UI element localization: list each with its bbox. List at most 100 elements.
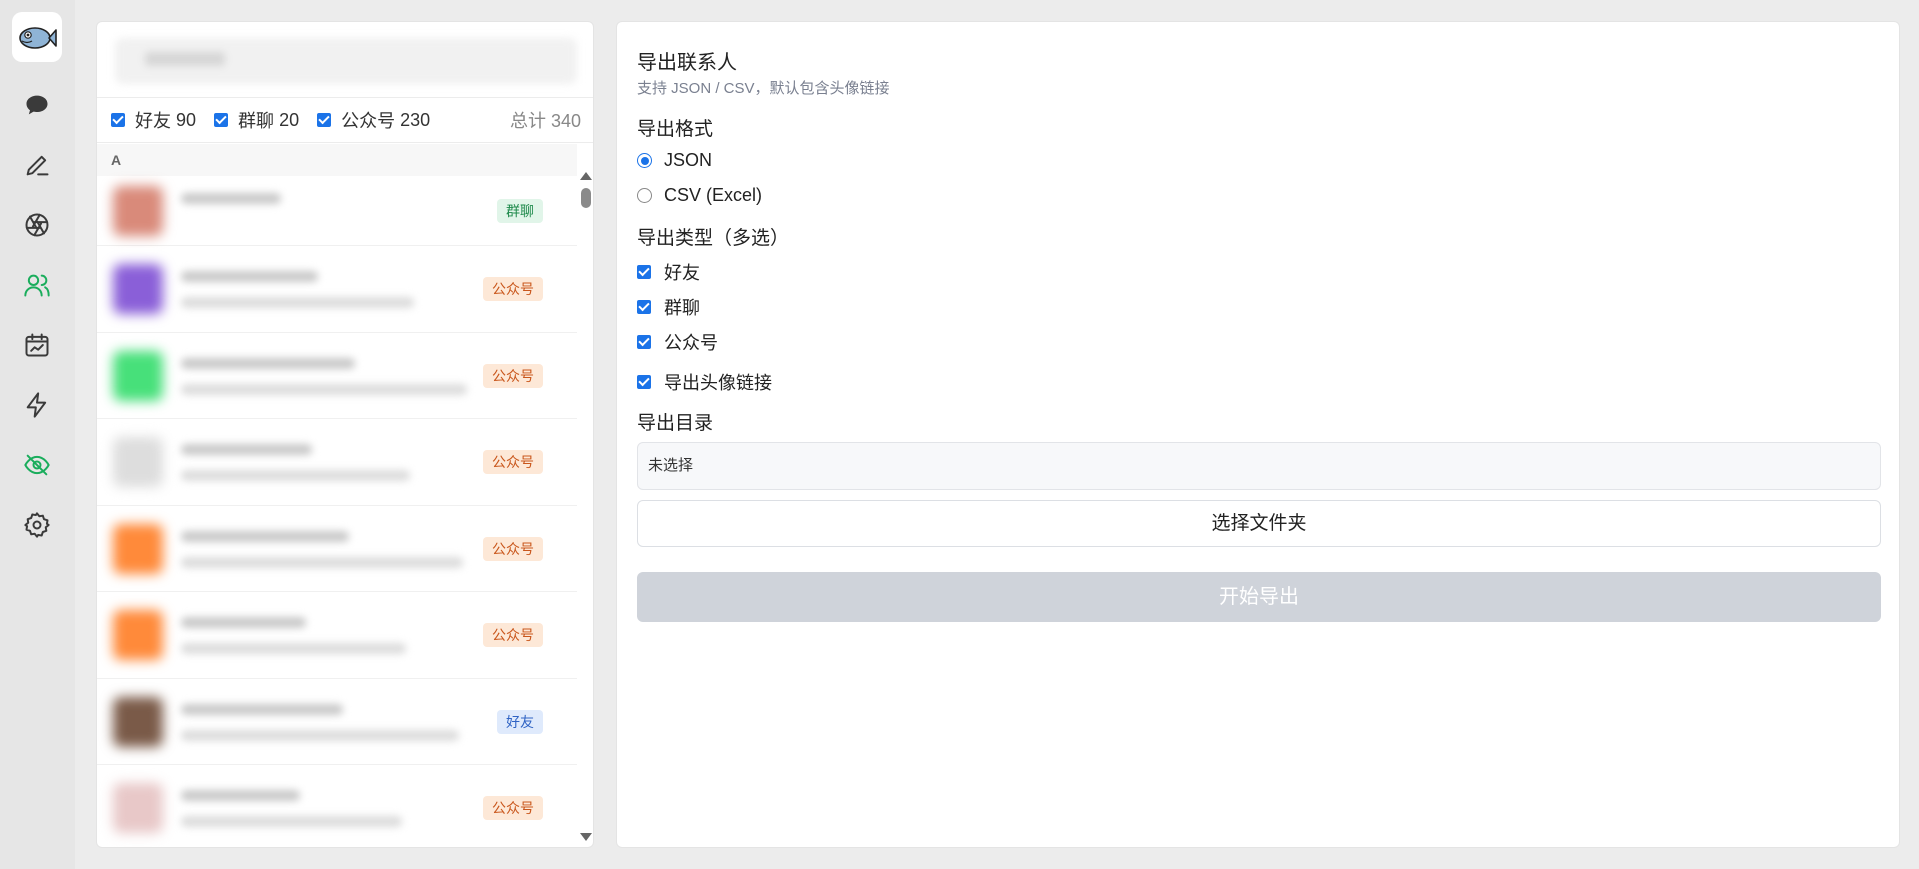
avatar <box>113 696 163 747</box>
filter-official[interactable]: 公众号 230 <box>317 107 430 133</box>
contact-row[interactable]: 好友 <box>97 679 577 765</box>
dir-label: 导出目录 <box>637 413 714 434</box>
eye-off-icon <box>24 454 50 476</box>
scroll-up-arrow-icon[interactable] <box>580 172 592 180</box>
contact-row[interactable]: 公众号 <box>97 506 577 592</box>
pen-icon <box>26 155 49 176</box>
contact-name-blurred <box>181 357 355 369</box>
export-panel: 导出联系人 支持 JSON / CSV，默认包含头像链接 导出格式 JSON C… <box>616 21 1900 848</box>
format-json-radio[interactable] <box>637 153 652 168</box>
chat-bubble-icon <box>26 95 48 115</box>
contact-type-tag: 公众号 <box>483 796 543 821</box>
contact-desc-blurred <box>181 643 406 655</box>
contact-type-tag: 公众号 <box>483 450 543 475</box>
contact-name-blurred <box>181 790 300 802</box>
group-header: A <box>97 144 577 176</box>
app-logo[interactable] <box>12 12 62 62</box>
filter-friends-label: 好友 <box>135 111 171 131</box>
scrollbar[interactable] <box>577 144 593 847</box>
nav-calendar[interactable] <box>20 328 54 362</box>
avatar-link-label: 导出头像链接 <box>664 373 772 393</box>
type-groups-label: 群聊 <box>664 298 700 318</box>
contact-row[interactable]: 公众号 <box>97 419 577 506</box>
avatar <box>113 186 163 236</box>
filter-official-label: 公众号 <box>341 111 396 131</box>
avatar <box>113 350 163 401</box>
contact-desc-blurred <box>181 729 459 741</box>
export-dir-field: 未选择 <box>637 442 1881 490</box>
contact-desc-blurred <box>181 816 402 828</box>
contact-row[interactable]: 公众号 <box>97 592 577 679</box>
calendar-chart-icon <box>25 333 49 357</box>
filter-official-checkbox[interactable] <box>317 113 332 127</box>
filter-bar: 好友 90 群聊 20 公众号 230 总计 340 <box>97 97 593 143</box>
type-official-option[interactable]: 公众号 <box>637 329 718 355</box>
avatar <box>113 610 163 661</box>
contact-type-tag: 群聊 <box>497 199 543 223</box>
type-groups-checkbox[interactable] <box>637 300 651 314</box>
format-csv-radio[interactable] <box>637 188 652 203</box>
avatar <box>113 523 163 574</box>
filter-friends[interactable]: 好友 90 <box>111 107 196 133</box>
scroll-down-arrow-icon[interactable] <box>580 833 592 841</box>
start-export-button[interactable]: 开始导出 <box>637 572 1881 622</box>
avatar-link-option[interactable]: 导出头像链接 <box>637 369 772 395</box>
contact-list-panel: 好友 90 群聊 20 公众号 230 总计 340 A 群聊 公众号 公众号 公众号… <box>96 21 594 848</box>
contact-type-tag: 公众号 <box>483 277 543 302</box>
contact-name-blurred <box>181 703 343 715</box>
contact-type-tag: 好友 <box>497 709 543 734</box>
nav-moments[interactable] <box>20 208 54 242</box>
type-friends-checkbox[interactable] <box>637 265 651 279</box>
sidebar <box>0 0 75 869</box>
scroll-thumb[interactable] <box>581 188 591 208</box>
export-subtitle: 支持 JSON / CSV，默认包含头像链接 <box>637 80 890 97</box>
nav-chat[interactable] <box>20 88 54 122</box>
contact-list[interactable]: A 群聊 公众号 公众号 公众号 公众号 公众号 好友 公众号 <box>97 144 593 847</box>
format-json-label: JSON <box>664 150 713 170</box>
contact-desc-blurred <box>181 470 410 482</box>
contact-name-blurred <box>181 617 306 629</box>
nav-contacts[interactable] <box>20 268 54 302</box>
type-friends-option[interactable]: 好友 <box>637 259 700 285</box>
avatar-link-checkbox[interactable] <box>637 375 651 389</box>
contact-desc-blurred <box>181 297 414 309</box>
contact-type-tag: 公众号 <box>483 623 543 648</box>
contact-name-blurred <box>181 444 312 456</box>
nav-settings[interactable] <box>20 508 54 542</box>
types-label: 导出类型（多选） <box>637 228 790 249</box>
contact-name-blurred <box>181 193 281 204</box>
format-csv-label: CSV (Excel) <box>664 185 763 205</box>
contact-row[interactable]: 公众号 <box>97 246 577 333</box>
format-json-option[interactable]: JSON <box>637 150 712 171</box>
contact-row[interactable]: 群聊 <box>97 176 577 246</box>
filter-friends-checkbox[interactable] <box>111 113 125 127</box>
filter-groups-label: 群聊 <box>238 111 275 131</box>
nav-automation[interactable] <box>20 388 54 422</box>
filter-groups-checkbox[interactable] <box>214 113 229 127</box>
contact-row[interactable]: 公众号 <box>97 765 577 847</box>
contact-desc-blurred <box>181 556 463 568</box>
nav-edit[interactable] <box>20 148 54 182</box>
choose-folder-button[interactable]: 选择文件夹 <box>637 500 1881 547</box>
contacts-icon <box>24 274 50 297</box>
contact-type-tag: 公众号 <box>483 363 543 388</box>
export-title: 导出联系人 <box>637 52 737 74</box>
format-csv-option[interactable]: CSV (Excel) <box>637 185 762 206</box>
type-official-label: 公众号 <box>664 333 718 353</box>
nav-privacy[interactable] <box>20 448 54 482</box>
filter-official-count: 230 <box>400 109 431 130</box>
contact-desc-blurred <box>181 383 467 395</box>
avatar <box>113 437 163 488</box>
search-input[interactable] <box>115 38 577 84</box>
lightning-icon <box>26 392 47 418</box>
contact-row[interactable]: 公众号 <box>97 333 577 419</box>
type-groups-option[interactable]: 群聊 <box>637 294 700 320</box>
filter-friends-count: 90 <box>176 109 197 130</box>
filter-groups[interactable]: 群聊 20 <box>214 107 299 133</box>
contact-name-blurred <box>181 271 318 283</box>
filter-groups-count: 20 <box>279 109 300 130</box>
type-official-checkbox[interactable] <box>637 335 651 349</box>
contact-type-tag: 公众号 <box>483 536 543 561</box>
gear-icon <box>24 512 50 538</box>
fish-logo-icon <box>19 27 57 49</box>
